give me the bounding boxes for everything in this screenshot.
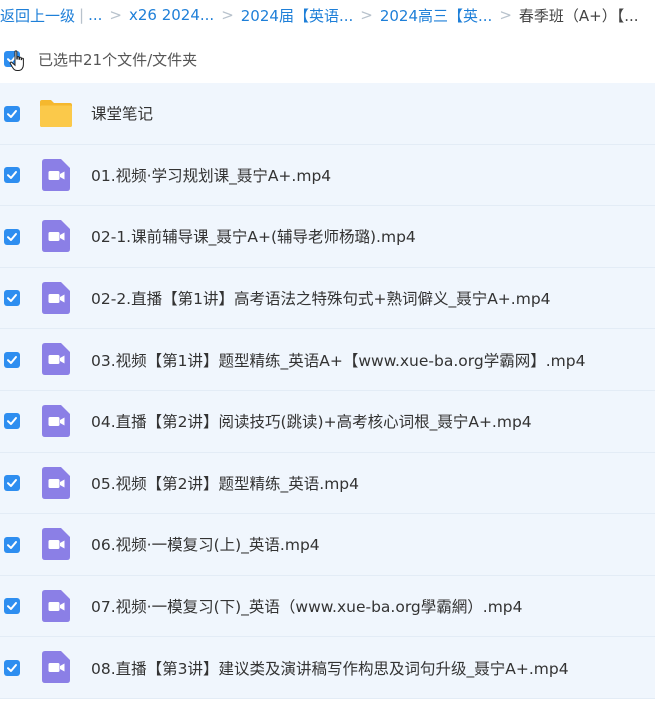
video-file-icon bbox=[42, 651, 70, 684]
checkmark-icon bbox=[7, 417, 17, 426]
file-list: 课堂笔记 01.视频·学习规划课_聂宁A+.mp4 02-1.课前辅导课_聂宁A… bbox=[0, 83, 655, 699]
back-link[interactable]: 返回上一级 bbox=[0, 5, 75, 26]
video-file-icon bbox=[42, 589, 70, 622]
hand-pointer-icon bbox=[9, 50, 24, 71]
file-name[interactable]: 06.视频·一模复习(上)_英语.mp4 bbox=[91, 533, 320, 555]
file-name[interactable]: 08.直播【第3讲】建议类及演讲稿写作构思及词句升级_聂宁A+.mp4 bbox=[91, 657, 569, 679]
checkmark-icon bbox=[7, 171, 17, 180]
video-file-icon bbox=[42, 158, 70, 191]
file-name[interactable]: 01.视频·学习规划课_聂宁A+.mp4 bbox=[91, 164, 331, 186]
checkmark-icon bbox=[7, 540, 17, 549]
list-item[interactable]: 课堂笔记 bbox=[0, 83, 655, 145]
file-name[interactable]: 05.视频【第2讲】题型精练_英语.mp4 bbox=[91, 472, 359, 494]
list-item[interactable]: 01.视频·学习规划课_聂宁A+.mp4 bbox=[0, 144, 655, 207]
row-checkbox[interactable] bbox=[4, 475, 20, 492]
row-checkbox[interactable] bbox=[4, 659, 20, 676]
file-name[interactable]: 02-1.课前辅导课_聂宁A+(辅导老师杨璐).mp4 bbox=[91, 225, 416, 247]
list-item[interactable]: 06.视频·一模复习(上)_英语.mp4 bbox=[0, 514, 655, 576]
video-file-icon bbox=[42, 528, 70, 561]
video-file-icon bbox=[42, 281, 70, 314]
checkmark-icon bbox=[7, 109, 17, 118]
breadcrumb-item-ellipsis[interactable]: ... bbox=[88, 6, 102, 24]
row-checkbox[interactable] bbox=[4, 598, 20, 615]
breadcrumb-item-current: 春季班（A+）【... bbox=[518, 6, 639, 25]
row-checkbox[interactable] bbox=[4, 536, 20, 553]
selection-count-label: 已选中21个文件/文件夹 bbox=[38, 50, 198, 69]
video-file-icon bbox=[42, 404, 70, 437]
video-file-icon bbox=[42, 220, 70, 253]
list-item[interactable]: 03.视频【第1讲】题型精练_英语A+【www.xue-ba.org学霸网】.m… bbox=[0, 329, 655, 391]
list-item[interactable]: 04.直播【第2讲】阅读技巧(跳读)+高考核心词根_聂宁A+.mp4 bbox=[0, 390, 655, 453]
video-file-icon bbox=[42, 466, 70, 499]
breadcrumb-item-x26[interactable]: x26 2024... bbox=[129, 6, 214, 24]
row-checkbox[interactable] bbox=[4, 105, 20, 122]
checkmark-icon bbox=[7, 355, 17, 364]
row-checkbox[interactable] bbox=[4, 167, 20, 184]
checkmark-icon bbox=[7, 479, 17, 488]
list-item[interactable]: 02-2.直播【第1讲】高考语法之特殊句式+熟词僻义_聂宁A+.mp4 bbox=[0, 267, 655, 330]
selection-bar: 已选中21个文件/文件夹 bbox=[0, 40, 655, 78]
breadcrumb-item-2024-english[interactable]: 2024届【英语... bbox=[241, 5, 353, 26]
row-checkbox[interactable] bbox=[4, 413, 20, 430]
breadcrumb-separator: > bbox=[360, 6, 373, 24]
breadcrumb: 返回上一级 | ... > x26 2024... > 2024届【英语... … bbox=[0, 0, 655, 30]
list-item[interactable]: 07.视频·一模复习(下)_英语（www.xue-ba.org學霸網）.mp4 bbox=[0, 575, 655, 638]
file-name[interactable]: 04.直播【第2讲】阅读技巧(跳读)+高考核心词根_聂宁A+.mp4 bbox=[91, 410, 532, 432]
breadcrumb-separator: > bbox=[221, 6, 234, 24]
checkmark-icon bbox=[7, 663, 17, 672]
breadcrumb-divider: | bbox=[79, 6, 85, 24]
list-item[interactable]: 05.视频【第2讲】题型精练_英语.mp4 bbox=[0, 452, 655, 515]
breadcrumb-separator: > bbox=[499, 6, 512, 24]
checkmark-icon bbox=[7, 232, 17, 241]
checkmark-icon bbox=[7, 602, 17, 611]
row-checkbox[interactable] bbox=[4, 290, 20, 307]
row-checkbox[interactable] bbox=[4, 351, 20, 368]
breadcrumb-item-2024-senior[interactable]: 2024高三【英... bbox=[380, 5, 492, 26]
row-checkbox[interactable] bbox=[4, 228, 20, 245]
file-name[interactable]: 07.视频·一模复习(下)_英语（www.xue-ba.org學霸網）.mp4 bbox=[91, 595, 523, 617]
checkmark-icon bbox=[7, 294, 17, 303]
file-name[interactable]: 02-2.直播【第1讲】高考语法之特殊句式+熟词僻义_聂宁A+.mp4 bbox=[91, 287, 551, 309]
folder-icon bbox=[40, 100, 72, 127]
breadcrumb-separator: > bbox=[109, 6, 122, 24]
file-name[interactable]: 03.视频【第1讲】题型精练_英语A+【www.xue-ba.org学霸网】.m… bbox=[91, 349, 585, 371]
list-item[interactable]: 02-1.课前辅导课_聂宁A+(辅导老师杨璐).mp4 bbox=[0, 206, 655, 268]
list-item[interactable]: 08.直播【第3讲】建议类及演讲稿写作构思及词句升级_聂宁A+.mp4 bbox=[0, 637, 655, 699]
file-name[interactable]: 课堂笔记 bbox=[91, 102, 153, 124]
video-file-icon bbox=[42, 343, 70, 376]
